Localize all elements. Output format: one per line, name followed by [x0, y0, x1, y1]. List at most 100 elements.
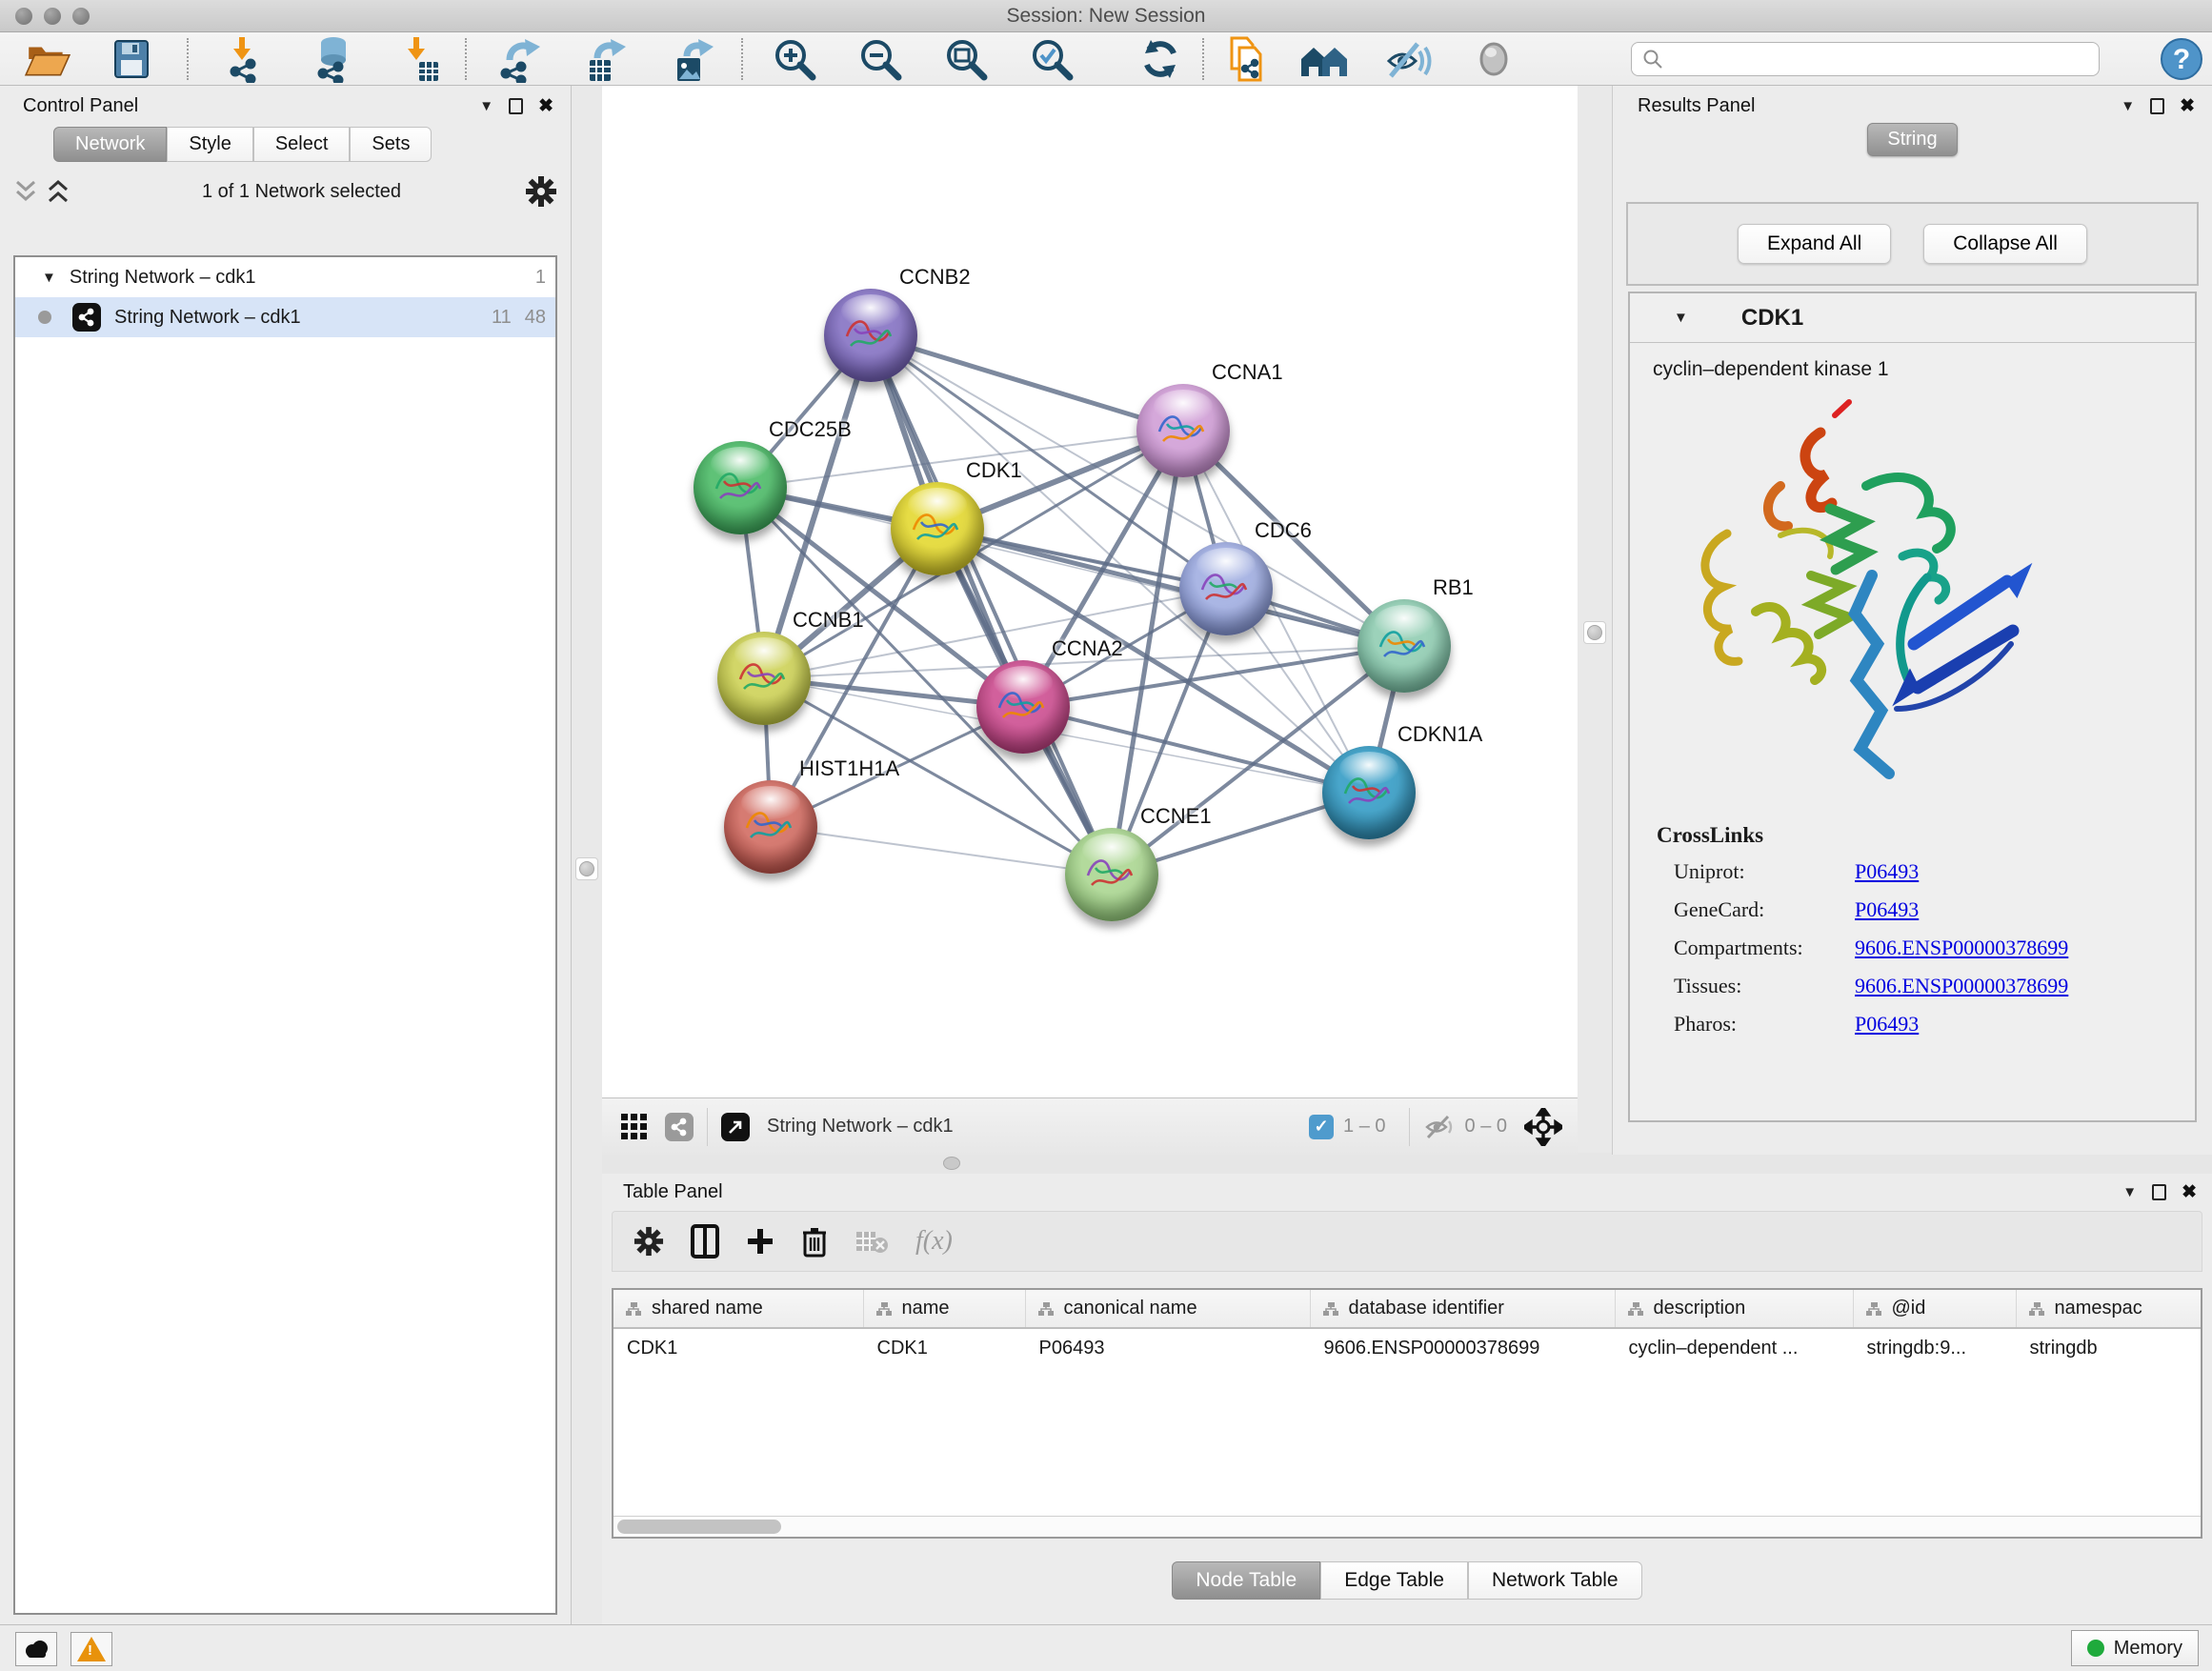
compartments-link[interactable]: 9606.ENSP00000378699 — [1855, 936, 2068, 960]
tab-network[interactable]: Network — [53, 127, 167, 162]
column-header[interactable]: shared name — [613, 1290, 863, 1328]
collection-count: 1 — [535, 267, 546, 289]
uniprot-link[interactable]: P06493 — [1855, 859, 1919, 884]
hide-details-button[interactable] — [1381, 34, 1435, 84]
tissues-link[interactable]: 9606.ENSP00000378699 — [1855, 974, 2068, 998]
tab-sets[interactable]: Sets — [350, 127, 432, 162]
birdseye-move-icon[interactable] — [1524, 1108, 1562, 1146]
hidden-eye-icon[interactable] — [1423, 1113, 1456, 1141]
close-panel-icon[interactable]: ✖ — [2182, 1183, 2197, 1201]
splitter-handle[interactable] — [575, 857, 598, 880]
tab-node-table[interactable]: Node Table — [1172, 1561, 1320, 1600]
tab-string[interactable]: String — [1867, 123, 1957, 156]
column-header[interactable]: canonical name — [1025, 1290, 1310, 1328]
tab-style[interactable]: Style — [167, 127, 252, 162]
column-header[interactable]: description — [1615, 1290, 1853, 1328]
ribbon-thumbnail-icon — [1152, 403, 1213, 456]
table-settings-gear-icon[interactable] — [633, 1226, 664, 1257]
import-network-file-button[interactable] — [221, 34, 274, 84]
selected-checkbox-icon[interactable]: ✓ — [1309, 1115, 1334, 1139]
grid-view-icon[interactable] — [619, 1112, 650, 1142]
column-header[interactable]: @id — [1853, 1290, 2016, 1328]
panel-menu-icon[interactable]: ▼ — [479, 99, 493, 113]
warning-status-button[interactable]: ! — [70, 1632, 112, 1666]
expand-all-button[interactable]: Expand All — [1738, 224, 1891, 264]
collapse-all-button[interactable]: Collapse All — [1923, 224, 2087, 264]
tab-network-table[interactable]: Network Table — [1468, 1561, 1642, 1600]
zoom-selected-button[interactable] — [1025, 34, 1078, 84]
network-node-cdk1[interactable] — [891, 482, 984, 575]
network-node-cdc6[interactable] — [1179, 542, 1273, 635]
cloud-status-button[interactable] — [15, 1632, 57, 1666]
detach-view-icon[interactable] — [721, 1113, 750, 1141]
ribbon-thumbnail-icon — [733, 651, 794, 704]
search-box[interactable] — [1631, 42, 2100, 76]
save-icon — [110, 37, 153, 81]
import-network-database-button[interactable] — [307, 34, 360, 84]
zoom-fit-button[interactable] — [939, 34, 993, 84]
export-table-button[interactable] — [579, 34, 633, 84]
bottom-splitter[interactable] — [602, 1153, 2212, 1174]
share-view-icon[interactable] — [665, 1113, 694, 1141]
memory-button[interactable]: Memory — [2071, 1630, 2199, 1666]
export-network-button[interactable] — [493, 34, 547, 84]
table-row[interactable]: CDK1 CDK1 P06493 9606.ENSP00000378699 cy… — [613, 1328, 2202, 1368]
close-panel-icon[interactable]: ✖ — [538, 97, 553, 115]
network-node-cdkn1a[interactable] — [1322, 746, 1416, 839]
splitter-handle[interactable] — [943, 1157, 960, 1170]
column-header[interactable]: namespac — [2016, 1290, 2202, 1328]
network-node-rb1[interactable] — [1357, 599, 1451, 693]
ribbon-thumbnail-icon — [1195, 561, 1256, 614]
delete-column-trash-icon[interactable] — [801, 1225, 828, 1258]
save-session-button[interactable] — [105, 34, 158, 84]
gear-icon[interactable] — [525, 175, 557, 208]
column-header[interactable]: name — [863, 1290, 1025, 1328]
export-image-button[interactable] — [667, 34, 720, 84]
network-node-ccna1[interactable] — [1136, 384, 1230, 477]
network-node-ccna2[interactable] — [976, 660, 1070, 754]
home-button[interactable] — [1297, 34, 1351, 84]
selected-count: 1 – 0 — [1343, 1116, 1385, 1137]
scrollbar-thumb[interactable] — [617, 1520, 781, 1534]
float-panel-icon[interactable] — [2150, 98, 2164, 114]
results-panel-title: Results Panel — [1638, 95, 1755, 117]
close-panel-icon[interactable]: ✖ — [2180, 97, 2195, 115]
birds-eye-button[interactable] — [1467, 34, 1520, 84]
network-node-ccnb2[interactable] — [824, 289, 917, 382]
tab-edge-table[interactable]: Edge Table — [1320, 1561, 1468, 1600]
pharos-link[interactable]: P06493 — [1855, 1012, 1919, 1037]
expand-all-icon[interactable] — [46, 178, 78, 205]
network-node-cdc25b[interactable] — [694, 441, 787, 534]
column-header[interactable]: database identifier — [1310, 1290, 1615, 1328]
right-splitter[interactable] — [1578, 86, 1612, 1155]
select-columns-icon[interactable] — [691, 1224, 719, 1258]
network-collection-row[interactable]: ▼ String Network – cdk1 1 — [15, 257, 555, 297]
import-table-button[interactable] — [395, 34, 449, 84]
protein-header-row[interactable]: ▼ CDK1 — [1630, 293, 2195, 343]
collapse-all-icon[interactable] — [13, 178, 46, 205]
panel-menu-icon[interactable]: ▼ — [2122, 1185, 2137, 1199]
panel-menu-icon[interactable]: ▼ — [2121, 99, 2135, 113]
search-input[interactable] — [1664, 45, 2099, 73]
left-splitter[interactable] — [572, 86, 602, 1624]
network-node-ccnb1[interactable] — [717, 632, 811, 725]
help-button[interactable]: ? — [2155, 34, 2208, 84]
float-panel-icon[interactable] — [509, 98, 523, 114]
clone-network-button[interactable] — [1221, 34, 1275, 84]
network-node-hist1h1a[interactable] — [724, 780, 817, 874]
network-row[interactable]: String Network – cdk1 11 48 — [15, 297, 555, 337]
collapse-protein-icon[interactable]: ▼ — [1674, 311, 1688, 325]
tab-select[interactable]: Select — [253, 127, 351, 162]
open-session-button[interactable] — [21, 34, 74, 84]
genecard-link[interactable]: P06493 — [1855, 897, 1919, 922]
float-panel-icon[interactable] — [2152, 1184, 2166, 1200]
zoom-out-button[interactable] — [854, 34, 907, 84]
tree-collapse-icon[interactable]: ▼ — [42, 271, 56, 285]
apply-layout-button[interactable] — [1134, 34, 1187, 84]
network-canvas[interactable]: CCNB2CCNA1CDC25BCDK1CDC6RB1CCNB1CCNA2CDK… — [602, 86, 1578, 1097]
zoom-in-button[interactable] — [768, 34, 821, 84]
splitter-handle[interactable] — [1583, 621, 1606, 644]
add-column-icon[interactable] — [746, 1227, 774, 1256]
horizontal-scrollbar[interactable] — [613, 1516, 2201, 1537]
network-node-ccne1[interactable] — [1065, 828, 1158, 921]
